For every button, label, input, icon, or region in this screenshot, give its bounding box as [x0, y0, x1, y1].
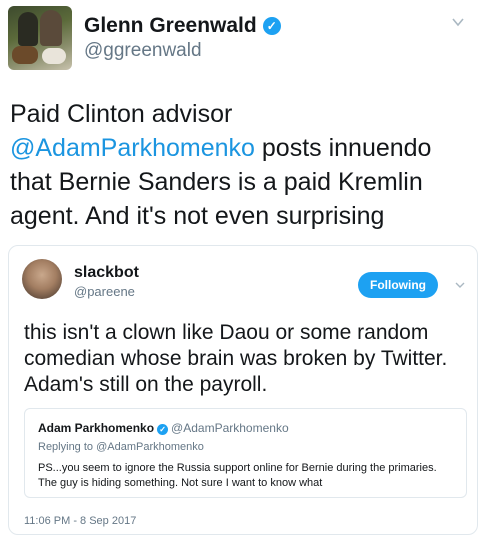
tweet-text: Paid Clinton advisor @AdamParkhomenko po…	[10, 97, 476, 233]
replying-to-label: Replying to	[38, 441, 97, 453]
nested-author-handle[interactable]: @AdamParkhomenko	[171, 421, 289, 435]
replying-to-handle[interactable]: @AdamParkhomenko	[96, 441, 204, 453]
tweet-text-part: Paid Clinton advisor	[10, 100, 233, 128]
avatar-photo-dog	[12, 46, 38, 64]
nested-tweet-text: PS...you seem to ignore the Russia suppo…	[38, 462, 437, 489]
quoted-author-name[interactable]: slackbot	[74, 264, 139, 282]
author-name[interactable]: Glenn Greenwald ✓	[84, 14, 281, 38]
author-name-text[interactable]: Glenn Greenwald	[84, 14, 257, 37]
quoted-author-handle[interactable]: @pareene	[74, 284, 135, 299]
quoted-tweet-text: this isn't a clown like Daou or some ran…	[24, 321, 448, 396]
chevron-down-icon[interactable]	[452, 16, 464, 28]
avatar-photo-person	[40, 10, 62, 46]
mention-link[interactable]: @AdamParkhomenko	[10, 134, 255, 162]
following-button[interactable]: Following	[358, 272, 438, 298]
avatar-photo-person	[18, 12, 38, 46]
author-handle[interactable]: @ggreenwald	[84, 40, 202, 62]
nested-author-line[interactable]: Adam Parkhomenko ✓ @AdamParkhomenko	[38, 421, 289, 435]
nested-quoted-tweet[interactable]: Adam Parkhomenko ✓ @AdamParkhomenko Replyi…	[24, 408, 467, 498]
tweet-timestamp[interactable]: 11:06 PM - 8 Sep 2017	[24, 515, 136, 527]
chevron-down-icon[interactable]	[455, 280, 465, 290]
replying-to: Replying to @AdamParkhomenko	[38, 441, 204, 453]
quoted-avatar[interactable]	[22, 259, 62, 299]
avatar[interactable]	[8, 6, 72, 70]
nested-author-name[interactable]: Adam Parkhomenko	[38, 421, 154, 435]
quoted-tweet-card[interactable]: slackbot @pareene Following this isn't a…	[8, 245, 478, 535]
avatar-photo-dog	[42, 48, 66, 64]
verified-badge-icon: ✓	[262, 17, 281, 35]
verified-badge-icon: ✓	[157, 424, 169, 435]
